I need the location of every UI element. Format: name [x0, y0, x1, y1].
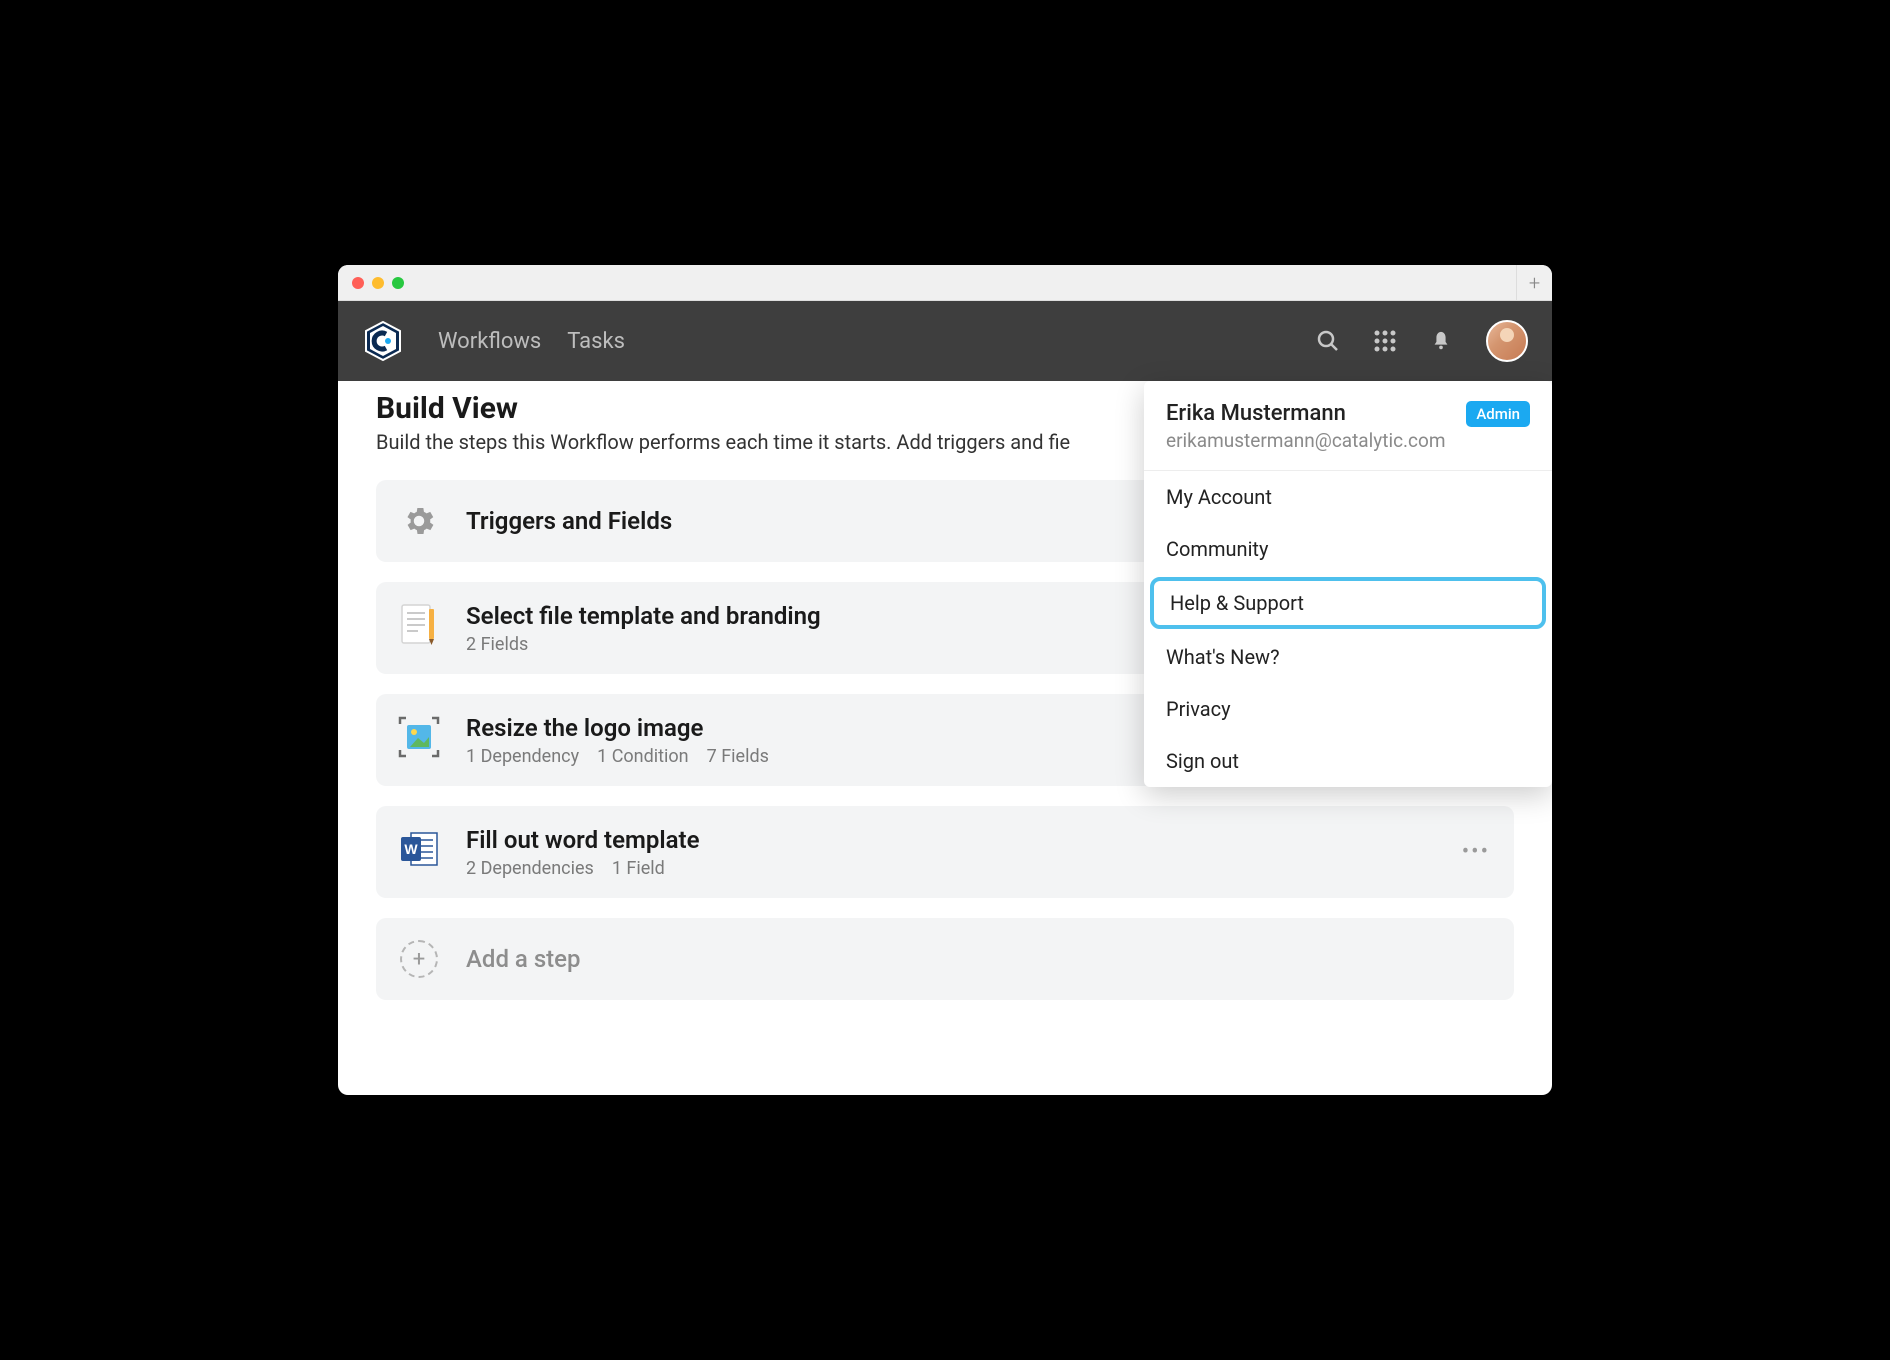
add-plus-icon: + [396, 936, 442, 982]
card-title: Triggers and Fields [466, 507, 672, 535]
meta-fields: 2 Fields [466, 634, 528, 655]
app-logo[interactable] [362, 320, 404, 362]
traffic-lights [352, 277, 404, 289]
apps-grid-icon[interactable] [1374, 330, 1396, 352]
maximize-window-button[interactable] [392, 277, 404, 289]
card-meta: 1 Dependency 1 Condition 7 Fields [466, 746, 769, 767]
avatar[interactable] [1486, 320, 1528, 362]
meta-dependencies: 2 Dependencies [466, 858, 594, 879]
nav-workflows[interactable]: Workflows [438, 329, 541, 354]
dropdown-whats-new[interactable]: What's New? [1144, 631, 1552, 683]
form-icon [396, 602, 442, 648]
titlebar: + [338, 265, 1552, 301]
bell-icon[interactable] [1430, 330, 1452, 352]
new-tab-button[interactable]: + [1516, 265, 1552, 301]
dropdown-user-email: erikamustermann@catalytic.com [1166, 429, 1446, 452]
app-window: + Workflows Tasks [338, 265, 1552, 1095]
meta-fields: 7 Fields [707, 746, 769, 767]
word-doc-icon: W [396, 826, 442, 872]
card-title: Select file template and branding [466, 602, 821, 630]
dropdown-privacy[interactable]: Privacy [1144, 683, 1552, 735]
dropdown-header: Erika Mustermann erikamustermann@catalyt… [1144, 381, 1552, 471]
user-dropdown: Erika Mustermann erikamustermann@catalyt… [1144, 381, 1552, 787]
close-window-button[interactable] [352, 277, 364, 289]
meta-field: 1 Field [612, 858, 665, 879]
admin-badge: Admin [1466, 401, 1530, 427]
add-step-card[interactable]: + Add a step [376, 918, 1514, 1000]
meta-dependency: 1 Dependency [466, 746, 579, 767]
topbar-right [1316, 320, 1528, 362]
minimize-window-button[interactable] [372, 277, 384, 289]
svg-text:W: W [404, 841, 418, 857]
dropdown-community[interactable]: Community [1144, 523, 1552, 575]
dropdown-sign-out[interactable]: Sign out [1144, 735, 1552, 787]
nav-links: Workflows Tasks [438, 329, 625, 354]
card-meta: 2 Dependencies 1 Field [466, 858, 699, 879]
dropdown-user-name: Erika Mustermann [1166, 401, 1446, 426]
meta-condition: 1 Condition [597, 746, 689, 767]
resize-image-icon [396, 714, 442, 760]
topbar: Workflows Tasks [338, 301, 1552, 381]
card-title: Fill out word template [466, 826, 699, 854]
search-icon[interactable] [1316, 329, 1340, 353]
add-step-label: Add a step [466, 945, 581, 973]
dropdown-my-account[interactable]: My Account [1144, 471, 1552, 523]
more-options-icon[interactable]: ••• [1462, 840, 1490, 865]
dropdown-help-support[interactable]: Help & Support [1150, 577, 1546, 629]
card-meta: 2 Fields [466, 634, 821, 655]
nav-tasks[interactable]: Tasks [567, 329, 625, 354]
card-title: Resize the logo image [466, 714, 769, 742]
step-card-3[interactable]: W Fill out word template 2 Dependencies … [376, 806, 1514, 898]
gear-icon [396, 498, 442, 544]
